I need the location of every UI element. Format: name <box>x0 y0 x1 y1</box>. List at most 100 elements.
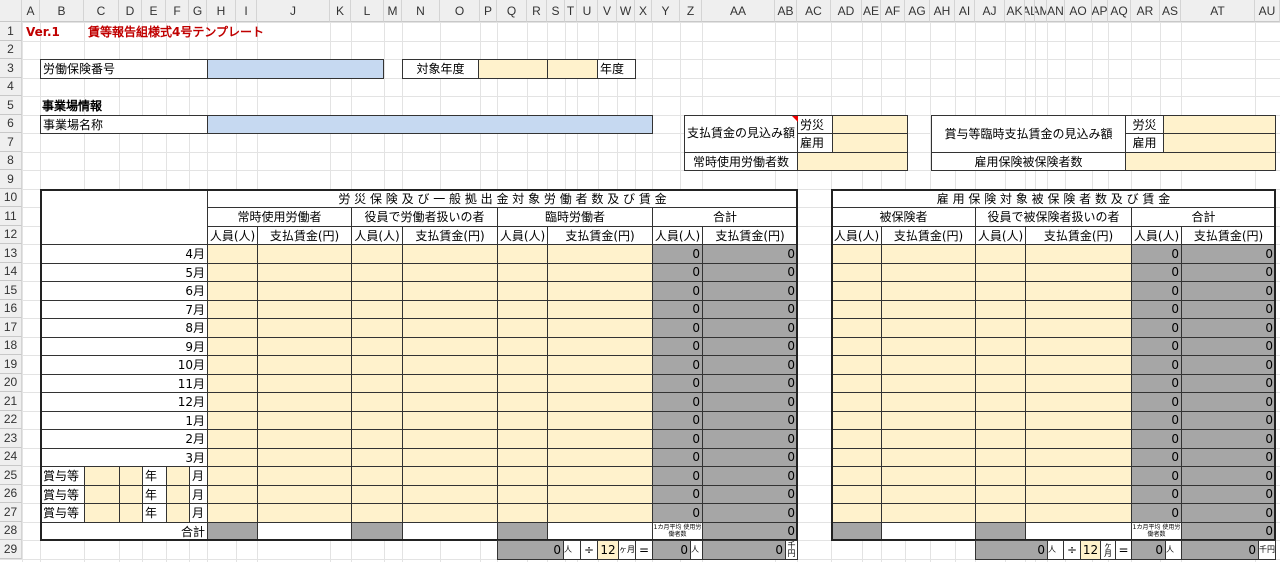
left_table-people-input[interactable] <box>497 336 548 356</box>
left_table-wages-input[interactable] <box>402 336 498 356</box>
left_table-wages-input[interactable] <box>257 318 352 338</box>
row-header[interactable]: 29 <box>0 540 22 559</box>
bonus-era-input[interactable] <box>84 484 120 504</box>
column-header[interactable]: J <box>257 0 330 22</box>
right_table-wages-input[interactable] <box>1025 262 1132 282</box>
right_table-wages-input[interactable] <box>881 336 976 356</box>
left_table-people-input[interactable] <box>351 447 403 467</box>
right_table-wages-input[interactable] <box>881 466 976 486</box>
left_table-wages-input[interactable] <box>257 336 352 356</box>
row-header[interactable]: 22 <box>0 410 22 429</box>
row-header[interactable]: 15 <box>0 281 22 300</box>
left_table-people-input[interactable] <box>207 373 258 393</box>
right_table-wages-input[interactable] <box>881 447 976 467</box>
right_table-people-input[interactable] <box>975 262 1026 282</box>
row-header[interactable]: 2 <box>0 40 22 59</box>
right_table-wages-input[interactable] <box>1025 429 1132 449</box>
right_table-people-input[interactable] <box>831 447 882 467</box>
column-header[interactable]: S <box>547 0 565 22</box>
left_table-wages-input[interactable] <box>257 466 352 486</box>
column-header[interactable]: AK <box>1005 0 1025 22</box>
left_table-people-input[interactable] <box>207 244 258 264</box>
row-header[interactable]: 13 <box>0 244 22 263</box>
left_table-people-input[interactable] <box>351 318 403 338</box>
left_table-wages-input[interactable] <box>257 299 352 319</box>
column-header[interactable]: AU <box>1255 0 1280 22</box>
row-header[interactable]: 18 <box>0 336 22 355</box>
column-header[interactable]: M <box>384 0 402 22</box>
left_table-wages-input[interactable] <box>402 410 498 430</box>
left_table-wages-input[interactable] <box>257 262 352 282</box>
left_table-people-input[interactable] <box>207 503 258 523</box>
column-header[interactable]: E <box>142 0 166 22</box>
row-header[interactable]: 11 <box>0 207 22 226</box>
right_table-wages-input[interactable] <box>1025 410 1132 430</box>
right_table-people-input[interactable] <box>831 281 882 301</box>
right_table-wages-input[interactable] <box>1025 484 1132 504</box>
left_table-wages-input[interactable] <box>402 466 498 486</box>
column-header[interactable]: B <box>40 0 84 22</box>
left_table-people-input[interactable] <box>351 281 403 301</box>
left_table-people-input[interactable] <box>207 355 258 375</box>
left_table-wages-input[interactable] <box>257 447 352 467</box>
column-header[interactable]: AO <box>1065 0 1092 22</box>
row-header[interactable]: 23 <box>0 429 22 448</box>
left_table-people-input[interactable] <box>497 262 548 282</box>
right_table-people-input[interactable] <box>831 244 882 264</box>
row-header[interactable]: 27 <box>0 503 22 522</box>
left_table-wages-input[interactable] <box>257 429 352 449</box>
left_table-people-input[interactable] <box>497 318 548 338</box>
right_table-people-input[interactable] <box>975 466 1026 486</box>
left_table-people-input[interactable] <box>207 281 258 301</box>
right_table-wages-input[interactable] <box>1025 318 1132 338</box>
business-name-input[interactable] <box>207 114 653 134</box>
column-header[interactable]: AL <box>1025 0 1035 22</box>
target-year-input[interactable] <box>547 59 598 79</box>
right_table-wages-input[interactable] <box>1025 336 1132 356</box>
left_table-wages-input[interactable] <box>257 355 352 375</box>
right_table-people-input[interactable] <box>975 373 1026 393</box>
left_table-people-input[interactable] <box>497 429 548 449</box>
right_table-wages-input[interactable] <box>881 318 976 338</box>
labor-insurance-number-input[interactable] <box>207 59 384 79</box>
right_table-people-input[interactable] <box>831 299 882 319</box>
column-header[interactable]: W <box>617 0 635 22</box>
row-header[interactable]: 20 <box>0 373 22 392</box>
column-header[interactable]: AN <box>1047 0 1065 22</box>
left_table-wages-input[interactable] <box>402 262 498 282</box>
left_table-people-input[interactable] <box>207 336 258 356</box>
column-header[interactable]: O <box>440 0 480 22</box>
right_table-people-input[interactable] <box>831 262 882 282</box>
column-header[interactable]: AI <box>955 0 975 22</box>
left_table-wages-input[interactable] <box>547 429 653 449</box>
left_table-wages-input[interactable] <box>257 503 352 523</box>
regular-workers-input[interactable] <box>797 151 908 171</box>
column-header[interactable]: AJ <box>975 0 1005 22</box>
column-header[interactable]: AG <box>905 0 930 22</box>
right_table-people-input[interactable] <box>831 484 882 504</box>
row-header[interactable]: 5 <box>0 96 22 115</box>
left_table-people-input[interactable] <box>351 373 403 393</box>
left_table-wages-input[interactable] <box>547 484 653 504</box>
left_table-people-input[interactable] <box>497 410 548 430</box>
left_table-people-input[interactable] <box>497 244 548 264</box>
right_table-people-input[interactable] <box>831 392 882 412</box>
right_table-people-input[interactable] <box>975 299 1026 319</box>
bonus-era-input[interactable] <box>84 503 120 523</box>
left_table-people-input[interactable] <box>351 484 403 504</box>
left_table-wages-input[interactable] <box>402 373 498 393</box>
row-header[interactable]: 25 <box>0 466 22 485</box>
row-header[interactable]: 3 <box>0 59 22 78</box>
bonus-estimate-koyou-input[interactable] <box>1163 133 1276 153</box>
left_table-wages-input[interactable] <box>402 318 498 338</box>
bonus-month-input[interactable] <box>166 484 190 504</box>
column-header[interactable]: AM <box>1035 0 1047 22</box>
right_table-wages-input[interactable] <box>881 373 976 393</box>
row-header[interactable]: 1 <box>0 22 22 41</box>
right_table-wages-input[interactable] <box>1025 392 1132 412</box>
left_table-people-input[interactable] <box>207 410 258 430</box>
row-header[interactable]: 12 <box>0 225 22 244</box>
left_table-wages-input[interactable] <box>547 336 653 356</box>
left_table-wages-input[interactable] <box>402 299 498 319</box>
left_table-people-input[interactable] <box>497 355 548 375</box>
